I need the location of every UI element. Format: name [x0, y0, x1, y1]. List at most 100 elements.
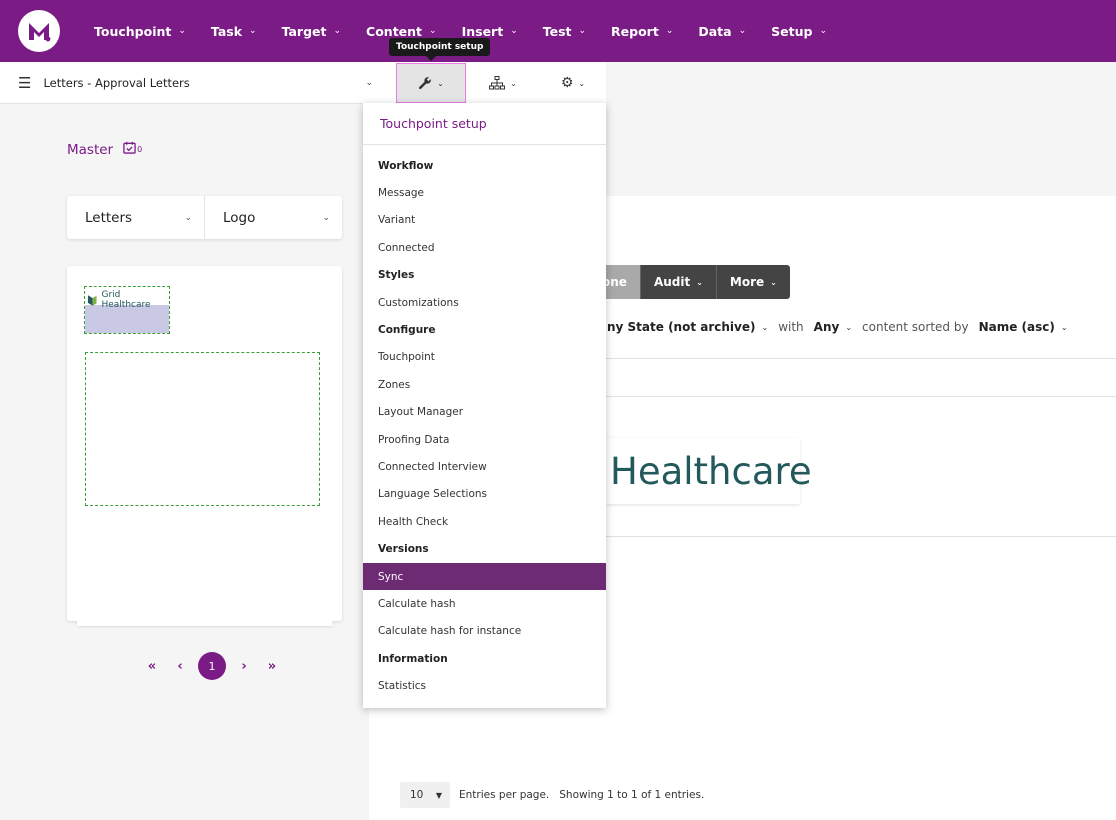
- audit-button[interactable]: Audit ⌄: [639, 265, 716, 299]
- chevron-down-icon: ⌄: [249, 26, 257, 36]
- prev-page-button[interactable]: ‹: [166, 659, 194, 674]
- menu-item-touchpoint[interactable]: Touchpoint: [363, 344, 606, 371]
- zone-select[interactable]: Logo ⌄: [204, 196, 342, 239]
- master-count: 0: [137, 145, 143, 154]
- next-page-button[interactable]: ›: [230, 659, 258, 674]
- logo-mark-icon: [29, 23, 51, 42]
- menu-item-sync[interactable]: Sync: [363, 562, 606, 591]
- nav-label: Data: [698, 23, 732, 39]
- menu-section-workflow: Workflow: [378, 159, 434, 172]
- menu-item-connected-interview[interactable]: Connected Interview: [363, 453, 606, 480]
- master-label: Master: [67, 141, 114, 158]
- menu-item-message[interactable]: Message: [363, 179, 606, 206]
- audit-button-label: Audit: [653, 275, 691, 289]
- content-preview-text: Healthcare: [610, 449, 812, 493]
- preview-pagination: « ‹ 1 › »: [138, 652, 286, 680]
- gear-icon: ⚙: [560, 75, 574, 91]
- nav-setup[interactable]: Setup ⌄: [771, 0, 827, 62]
- menu-item-customizations[interactable]: Customizations: [363, 289, 606, 316]
- chevron-down-icon: ⌄: [429, 26, 437, 36]
- body-zone[interactable]: [85, 352, 320, 506]
- menu-item-layout-manager[interactable]: Layout Manager: [363, 399, 606, 426]
- preview-logo: Grid Healthcare: [87, 290, 169, 310]
- chevron-down-icon: ⌄: [770, 277, 777, 287]
- chevron-down-icon: ⌄: [437, 78, 444, 88]
- body-zone-text: [86, 352, 246, 355]
- nav-label: Target: [281, 23, 327, 39]
- menu-item-language-selections[interactable]: Language Selections: [363, 481, 606, 508]
- current-page[interactable]: 1: [198, 652, 226, 680]
- menu-section-styles: Styles: [378, 269, 415, 282]
- entries-per-page-value: 10: [410, 789, 424, 801]
- nav-touchpoint[interactable]: Touchpoint ⌄: [94, 0, 186, 62]
- menu-section-information: Information: [378, 652, 448, 665]
- menu-section-configure: Configure: [378, 324, 436, 337]
- hamburger-icon[interactable]: ☰: [18, 74, 31, 92]
- chevron-down-icon: ⌄: [665, 26, 674, 36]
- entries-per-page-select[interactable]: 10 ▼: [400, 782, 450, 808]
- chevron-down-icon[interactable]: ⌄: [1061, 323, 1068, 332]
- chevron-down-icon: ⌄: [696, 277, 703, 287]
- nav-target[interactable]: Target ⌄: [282, 0, 341, 62]
- logo-zone[interactable]: Grid Healthcare: [84, 286, 170, 334]
- entries-per-page-label: Entries per page.: [459, 789, 550, 801]
- menu-item-calculate-hash[interactable]: Calculate hash: [363, 590, 606, 617]
- chevron-down-icon: ⌄: [322, 212, 330, 223]
- nav-data[interactable]: Data ⌄: [698, 0, 746, 62]
- menu-title: Touchpoint setup: [363, 103, 606, 145]
- calendar-check-icon[interactable]: [123, 141, 136, 158]
- nav-label: Insert: [461, 23, 504, 39]
- chevron-down-icon: ⌄: [819, 26, 828, 36]
- more-button[interactable]: More ⌄: [715, 265, 790, 299]
- action-button-group: one Audit ⌄ More ⌄: [598, 265, 790, 299]
- chevron-down-icon: ⌄: [578, 78, 586, 88]
- nav-label: Touchpoint: [94, 23, 172, 39]
- channel-select[interactable]: Letters ⌄: [67, 196, 204, 239]
- filter-with-label: with: [778, 320, 804, 334]
- caret-down-icon: ▼: [435, 790, 442, 800]
- tooltip-touchpoint-setup: Touchpoint setup: [389, 38, 491, 61]
- nav-test[interactable]: Test ⌄: [543, 0, 586, 62]
- menu-item-connected[interactable]: Connected: [363, 234, 606, 261]
- chevron-down-icon[interactable]: ⌄: [365, 78, 373, 88]
- app-logo[interactable]: [18, 10, 60, 52]
- nav-label: Content: [366, 23, 423, 39]
- touchpoint-name[interactable]: Letters - Approval Letters: [43, 76, 365, 90]
- structure-button[interactable]: ⌄: [478, 63, 528, 103]
- last-page-button[interactable]: »: [258, 659, 286, 674]
- chevron-down-icon[interactable]: ⌄: [762, 323, 769, 332]
- menu-item-proofing-data[interactable]: Proofing Data: [363, 426, 606, 453]
- content-filter: ny State (not archive) ⌄ with Any ⌄ cont…: [607, 320, 1078, 334]
- first-page-button[interactable]: «: [138, 659, 166, 674]
- chevron-down-icon[interactable]: ⌄: [845, 323, 852, 332]
- nav-task[interactable]: Task ⌄: [211, 0, 257, 62]
- chevron-down-icon: ⌄: [333, 26, 342, 36]
- divider: [606, 358, 1116, 359]
- preview-logo-text: Grid Healthcare: [101, 290, 151, 310]
- top-navigation: Touchpoint ⌄ Task ⌄ Target ⌄ Content ⌄ Insert ⌄ Te…: [0, 0, 1116, 62]
- menu-item-calculate-hash-for-instance[interactable]: Calculate hash for instance: [363, 618, 606, 645]
- content-preview[interactable]: Healthcare: [606, 438, 812, 504]
- any-filter[interactable]: Any: [814, 320, 840, 334]
- state-filter[interactable]: ny State (not archive): [607, 320, 756, 334]
- nav-label: Report: [611, 23, 659, 39]
- menu-item-variant[interactable]: Variant: [363, 207, 606, 234]
- chevron-down-icon: ⌄: [178, 26, 186, 36]
- channel-select-value: Letters: [85, 209, 133, 226]
- chevron-down-icon: ⌄: [184, 212, 192, 223]
- menu-item-statistics[interactable]: Statistics: [363, 672, 606, 699]
- grid-logo-icon: [87, 294, 97, 306]
- master-variant[interactable]: Master 0: [67, 141, 142, 158]
- sort-filter[interactable]: Name (asc): [979, 320, 1055, 334]
- nav-report[interactable]: Report ⌄: [611, 0, 673, 62]
- menu-item-health-check[interactable]: Health Check: [363, 508, 606, 535]
- touchpoint-setup-button[interactable]: ⌄: [396, 63, 466, 103]
- nav-label: Test: [542, 23, 572, 39]
- settings-button[interactable]: ⚙ ⌄: [548, 63, 598, 103]
- touchpoint-preview: Grid Healthcare: [67, 266, 342, 626]
- touchpoint-setup-menu: Touchpoint setup Workflow Message Variant C…: [363, 103, 606, 708]
- menu-item-zones[interactable]: Zones: [363, 371, 606, 398]
- chevron-down-icon: ⌄: [578, 26, 587, 36]
- zone-select-value: Logo: [223, 209, 256, 226]
- chevron-down-icon: ⌄: [510, 78, 517, 88]
